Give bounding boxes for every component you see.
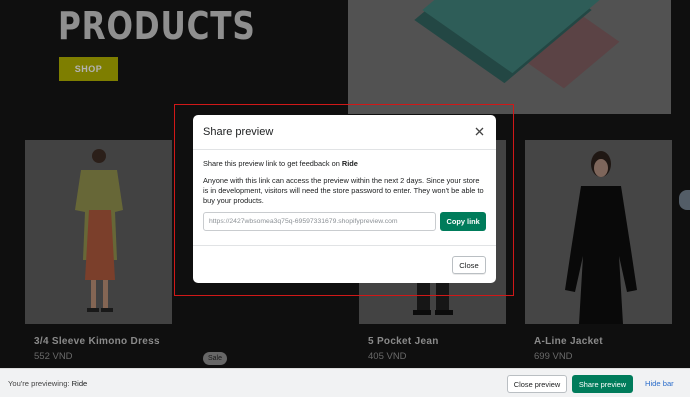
- modal-header: Share preview: [193, 115, 496, 150]
- hide-bar-link[interactable]: Hide bar: [645, 379, 674, 388]
- close-icon[interactable]: [472, 125, 486, 139]
- previewing-text: You're previewing: Ride: [8, 378, 88, 388]
- share-preview-modal: Share preview Share this preview link to…: [193, 115, 496, 283]
- modal-footer: Close: [193, 246, 496, 274]
- copy-link-button[interactable]: Copy link: [440, 212, 486, 231]
- share-intro: Share this preview link to get feedback …: [203, 159, 358, 168]
- preview-bar: You're previewing: Ride Close preview Sh…: [0, 368, 690, 397]
- preview-link-field[interactable]: https://2427wbsomea3q75q-69597331679.sho…: [203, 212, 437, 231]
- store-name: Ride: [341, 159, 358, 168]
- modal-body: Share this preview link to get feedback …: [193, 150, 496, 246]
- share-description: Anyone with this link can access the pre…: [203, 176, 484, 205]
- theme-name: Ride: [71, 378, 88, 388]
- close-preview-button[interactable]: Close preview: [507, 375, 567, 393]
- share-preview-button[interactable]: Share preview: [572, 375, 633, 393]
- close-button[interactable]: Close: [452, 256, 486, 274]
- modal-title: Share preview: [203, 126, 274, 138]
- link-row: https://2427wbsomea3q75q-69597331679.sho…: [203, 212, 486, 231]
